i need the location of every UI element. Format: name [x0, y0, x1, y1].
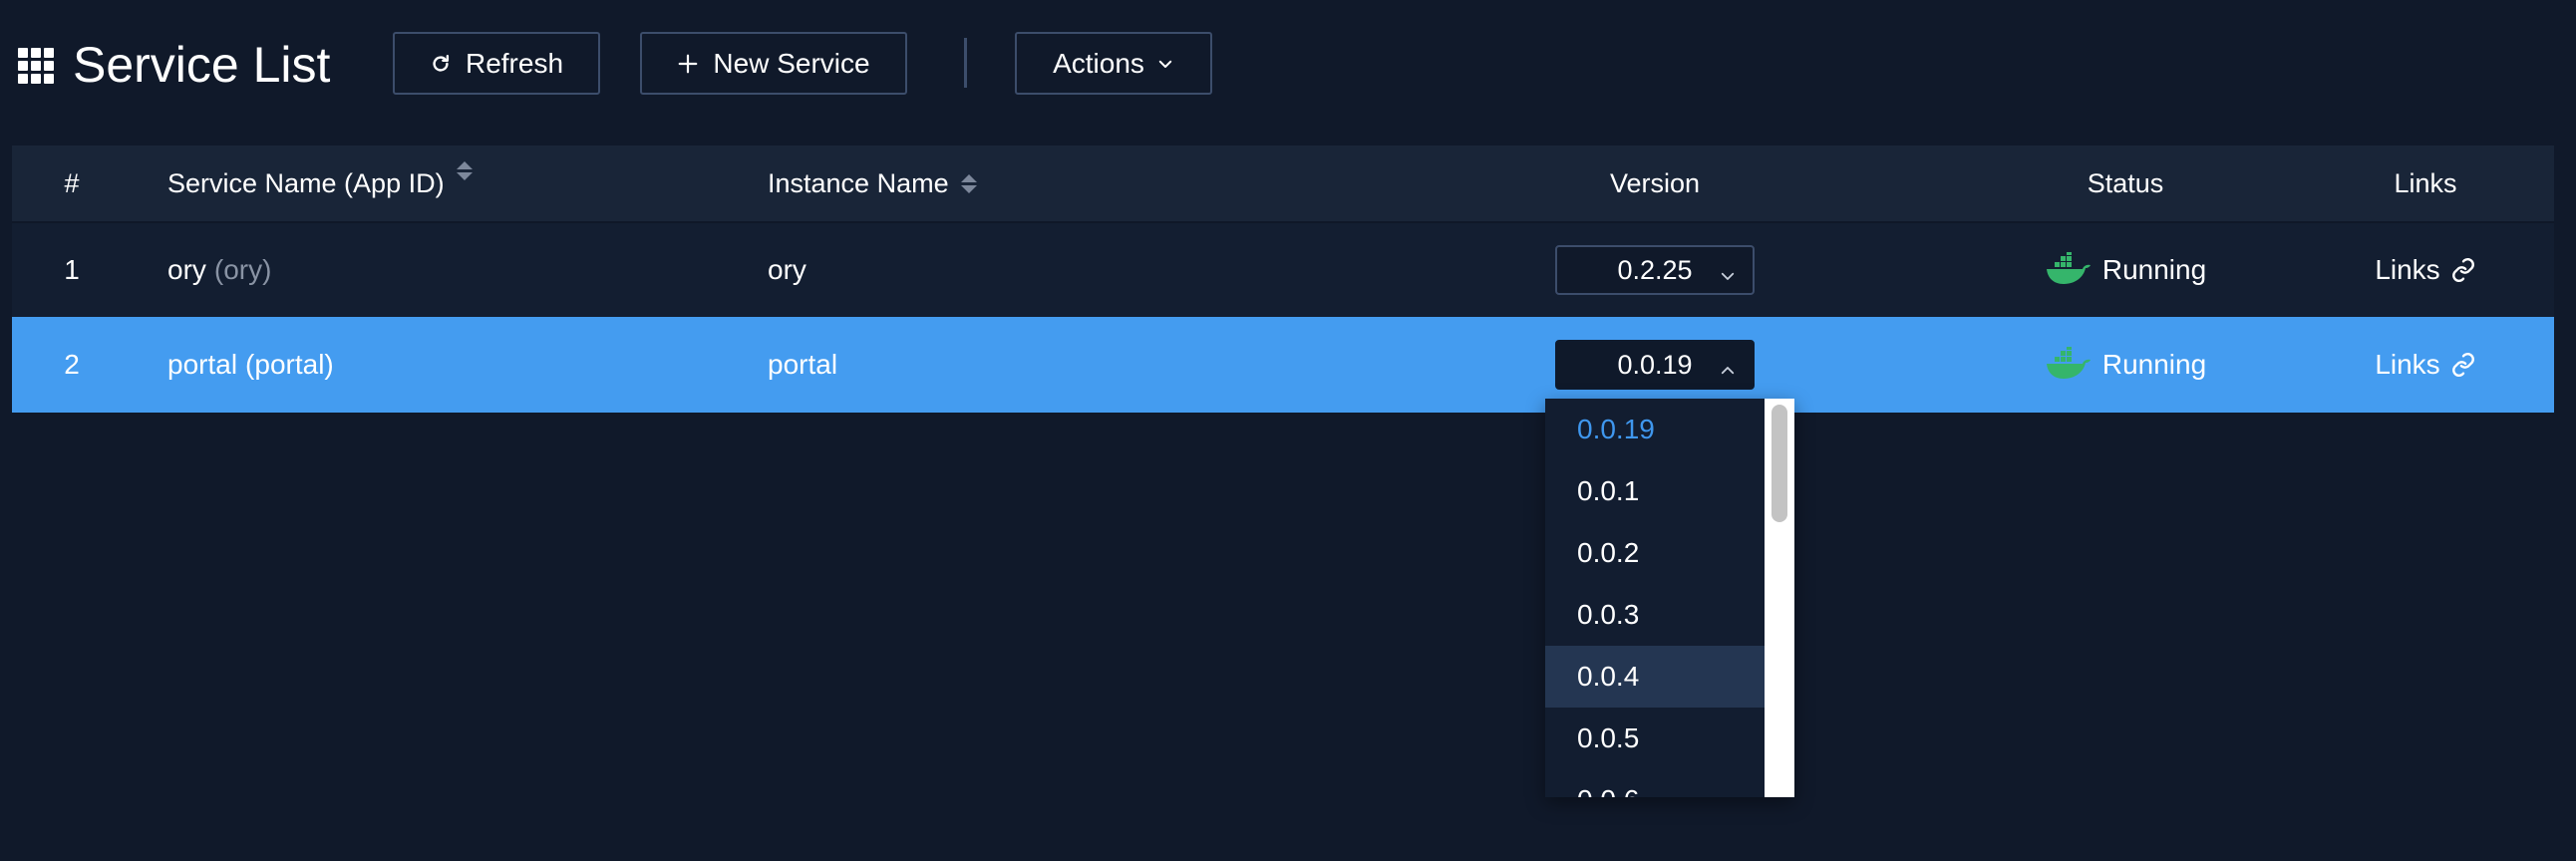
chevron-up-icon [1719, 356, 1737, 387]
column-header-number: # [64, 167, 80, 198]
page-title: Service List [73, 37, 331, 93]
instance-name: portal [768, 349, 838, 380]
new-service-button[interactable]: New Service [640, 32, 907, 95]
service-list-app: Service List Refresh New Service Actions… [0, 0, 2576, 861]
instance-name: ory [768, 254, 806, 285]
row-number: 2 [64, 349, 80, 380]
refresh-button[interactable]: Refresh [393, 32, 600, 95]
refresh-icon [430, 53, 452, 75]
status-cell: Running [1986, 317, 2265, 413]
service-name-label: ory [167, 254, 206, 285]
actions-button[interactable]: Actions [1015, 32, 1212, 95]
chevron-down-icon [1156, 55, 1174, 73]
column-header-service-name[interactable]: Service Name (App ID) [167, 145, 473, 221]
toolbar: Service List Refresh New Service Actions [0, 0, 2576, 130]
column-header-version: Version [1609, 167, 1701, 198]
version-option[interactable]: 0.0.6 [1545, 769, 1765, 797]
dropdown-scrollbar[interactable] [1765, 399, 1794, 797]
status-text: Running [2101, 254, 2207, 285]
version-cell: 0.2.25 [1495, 223, 1814, 317]
dropdown-scrollbar-thumb[interactable] [1771, 405, 1787, 522]
column-header-instance-name-label: Instance Name [768, 167, 949, 198]
status-text: Running [2101, 349, 2207, 380]
version-select-value: 0.0.19 [1617, 349, 1693, 380]
column-header-status: Status [2087, 167, 2164, 198]
grid-icon[interactable] [18, 48, 54, 84]
links-cell[interactable]: Links [2255, 223, 2576, 317]
docker-icon [2045, 347, 2093, 383]
links-label[interactable]: Links [2375, 349, 2439, 381]
version-option-hovered[interactable]: 0.0.4 [1545, 646, 1765, 708]
version-select[interactable]: 0.2.25 [1555, 245, 1755, 295]
version-select-value: 0.2.25 [1617, 254, 1693, 285]
version-option[interactable]: 0.0.5 [1545, 708, 1765, 769]
version-select-open[interactable]: 0.0.19 [1555, 340, 1755, 390]
sort-icon[interactable] [960, 173, 977, 193]
version-option[interactable]: 0.0.3 [1545, 584, 1765, 646]
refresh-label: Refresh [465, 47, 564, 79]
services-table: # Service Name (App ID) Instance Name Ve… [12, 145, 2554, 413]
column-header-links: Links [2394, 167, 2457, 198]
link-icon[interactable] [2450, 352, 2476, 378]
plus-icon [677, 53, 699, 75]
table-header: # Service Name (App ID) Instance Name Ve… [12, 145, 2554, 221]
version-option[interactable]: 0.0.1 [1545, 460, 1765, 522]
column-header-service-name-label: Service Name (App ID) [167, 167, 445, 198]
toolbar-divider [964, 38, 967, 88]
link-icon[interactable] [2450, 257, 2476, 283]
sort-icon[interactable] [456, 161, 473, 180]
links-label[interactable]: Links [2375, 254, 2439, 286]
chevron-down-icon [1719, 261, 1737, 292]
status-cell: Running [1986, 223, 2265, 317]
service-name: ory (ory) [167, 223, 271, 317]
app-id: (portal) [245, 349, 334, 380]
table-row-selected[interactable]: 2 portal (portal) portal 0.0.19 Running … [12, 317, 2554, 413]
table-row[interactable]: 1 ory (ory) ory 0.2.25 Running Links [12, 221, 2554, 317]
app-id: (ory) [213, 254, 272, 285]
version-option-selected[interactable]: 0.0.19 [1545, 399, 1765, 460]
docker-icon [2045, 252, 2093, 288]
version-dropdown: 0.0.19 0.0.1 0.0.2 0.0.3 0.0.4 0.0.5 0.0… [1545, 399, 1794, 797]
service-name: portal (portal) [167, 317, 334, 413]
service-name-label: portal [167, 349, 238, 380]
row-number: 1 [64, 254, 80, 285]
column-header-instance-name[interactable]: Instance Name [768, 145, 977, 221]
links-cell[interactable]: Links [2255, 317, 2576, 413]
new-service-label: New Service [713, 47, 870, 79]
actions-label: Actions [1053, 47, 1144, 79]
version-option[interactable]: 0.0.2 [1545, 522, 1765, 584]
